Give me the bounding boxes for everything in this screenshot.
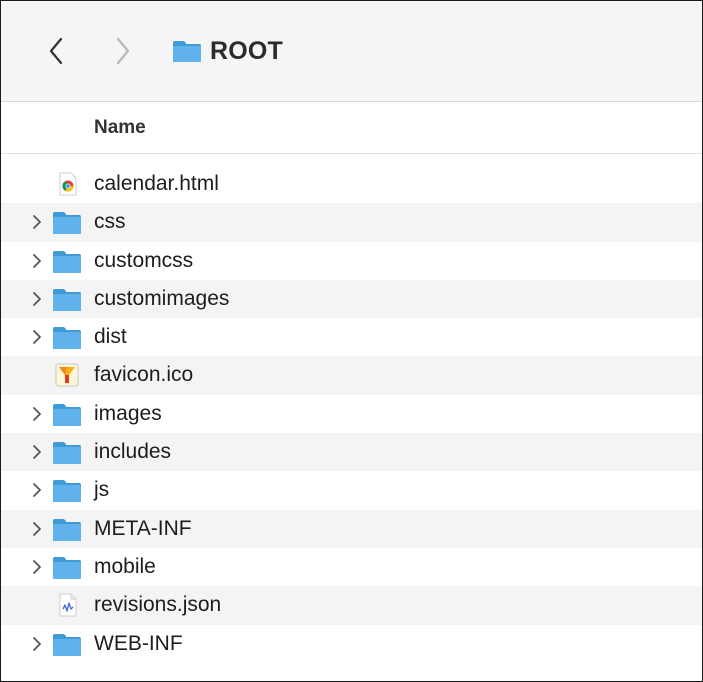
folder-row[interactable]: mobile [1,548,702,586]
disclosure-chevron-icon[interactable] [31,329,43,345]
folder-row[interactable]: images [1,395,702,433]
file-name: customcss [94,248,194,272]
folder-row[interactable]: js [1,471,702,509]
file-name: WEB-INF [94,631,183,655]
json-file-icon [52,592,82,618]
disclosure-chevron-icon[interactable] [31,559,43,575]
folder-row[interactable]: META-INF [1,509,702,548]
file-name: calendar.html [94,172,219,195]
folder-icon [52,554,82,580]
disclosure-chevron-icon[interactable] [31,636,43,652]
finder-window: ROOT Name calendar.html css customcss custo… [0,0,703,682]
file-name: includes [94,440,172,464]
chrome-html-icon [52,171,82,197]
file-name: favicon.ico [94,363,194,387]
file-row[interactable]: favicon.ico [1,356,702,395]
file-name: mobile [94,554,156,578]
file-name: js [94,478,110,502]
folder-icon [52,439,82,465]
folder-icon [173,41,201,62]
disclosure-chevron-icon[interactable] [31,406,43,422]
disclosure-chevron-icon[interactable] [31,291,43,307]
folder-icon [52,324,82,350]
folder-row[interactable]: css [1,203,702,242]
favicon-icon [52,362,82,388]
folder-icon [52,631,82,657]
folder-title: ROOT [210,36,284,65]
window-title[interactable]: ROOT [172,34,283,68]
folder-icon [52,286,82,312]
disclosure-chevron-icon[interactable] [31,214,43,230]
disclosure-chevron-icon[interactable] [31,482,43,498]
toolbar: ROOT [1,1,702,102]
file-name: dist [94,325,127,349]
disclosure-chevron-icon[interactable] [31,253,43,269]
file-row[interactable]: calendar.html [1,165,702,203]
file-list: calendar.html css customcss customimages dis… [1,165,702,663]
file-name: images [94,401,162,425]
chevron-right-icon [116,37,130,65]
folder-icon [52,248,82,274]
folder-row[interactable]: customcss [1,242,702,280]
chevron-left-icon [49,37,63,65]
file-name: css [94,210,126,234]
file-name: META-INF [94,516,192,540]
folder-row[interactable]: customimages [1,279,702,319]
folder-icon [52,477,82,503]
column-header: Name [1,102,702,154]
file-name: customimages [94,286,230,310]
forward-button[interactable] [108,32,138,70]
folder-row[interactable]: includes [1,433,702,472]
folder-row[interactable]: dist [1,318,702,356]
back-button[interactable] [41,32,71,70]
folder-icon [52,209,82,235]
disclosure-chevron-icon[interactable] [31,444,43,460]
folder-icon [52,516,82,542]
disclosure-chevron-icon[interactable] [31,521,43,537]
folder-icon [52,401,82,427]
column-name-header[interactable]: Name [94,117,146,139]
file-name: revisions.json [94,593,222,617]
file-row[interactable]: revisions.json [1,586,702,625]
folder-row[interactable]: WEB-INF [1,625,702,663]
